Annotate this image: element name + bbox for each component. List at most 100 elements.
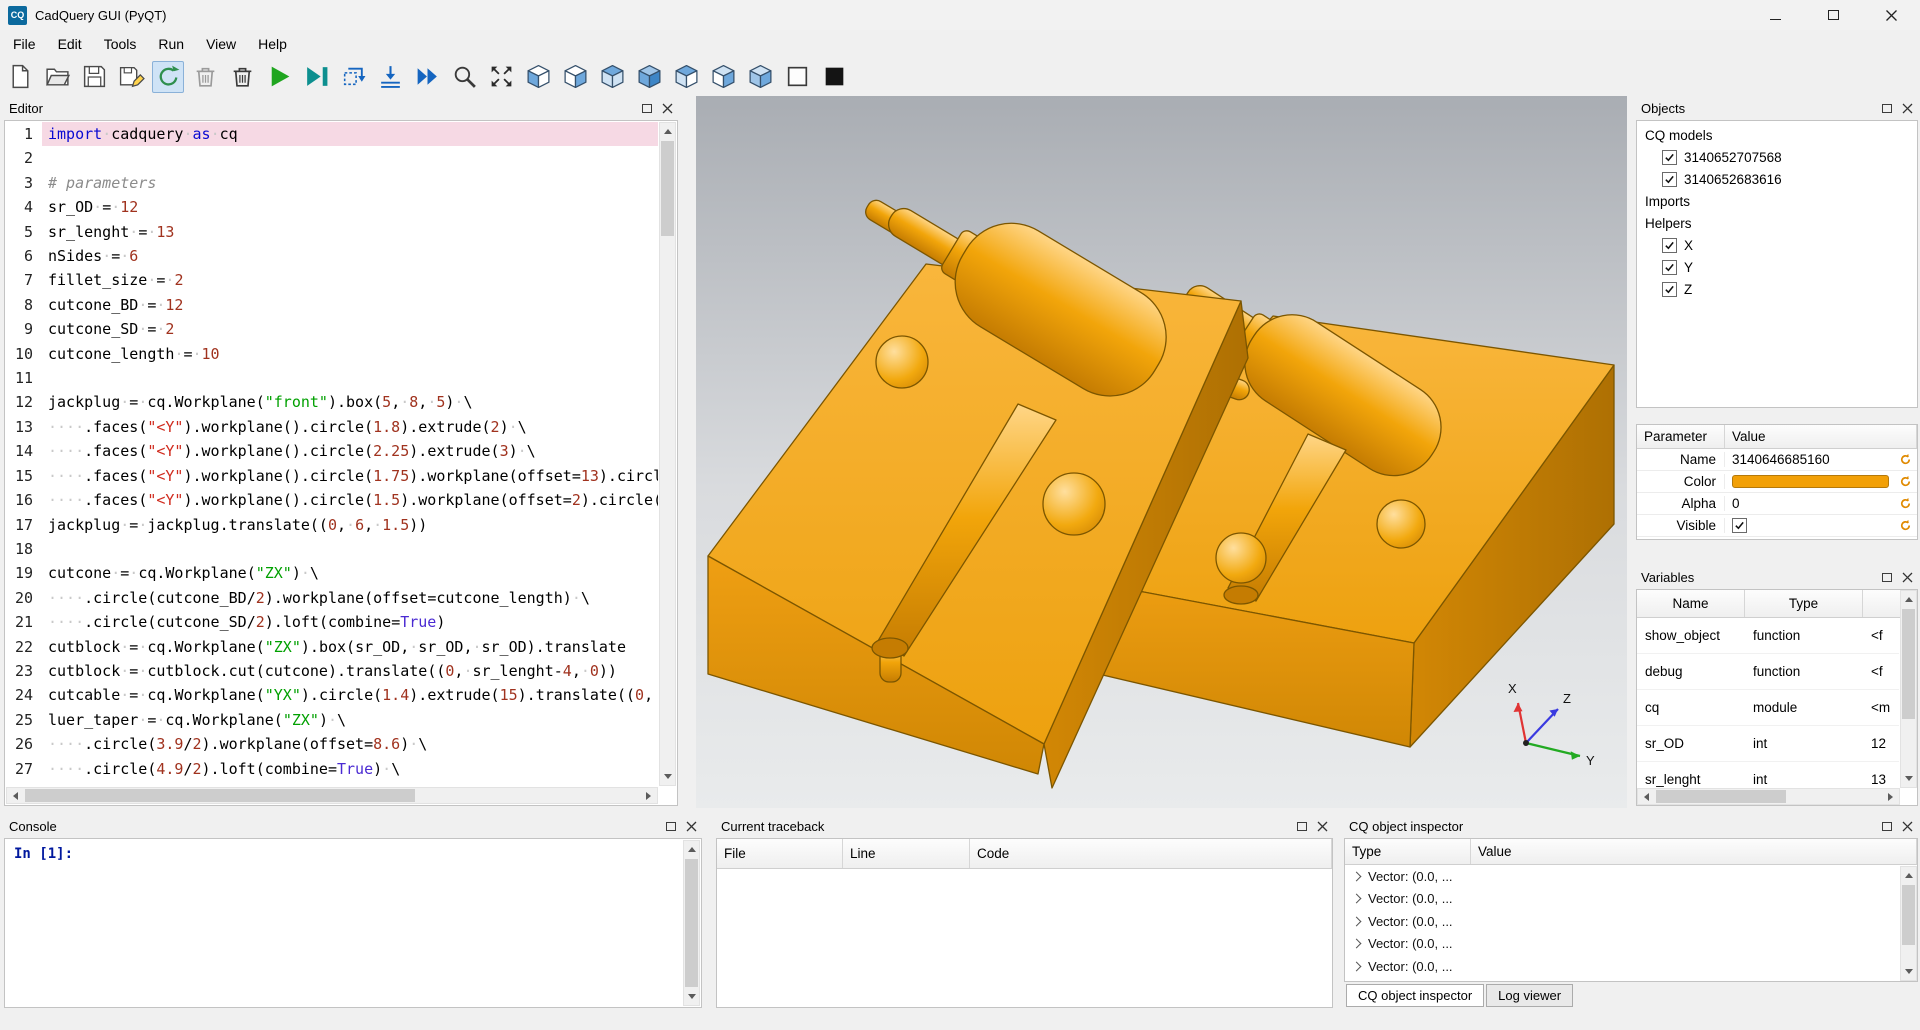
view-right-button[interactable] bbox=[707, 61, 739, 93]
autoreload-button[interactable] bbox=[152, 61, 184, 93]
continue-button[interactable] bbox=[411, 61, 443, 93]
code-line-28[interactable]: 28····.faces("<Y").circle(3).extrude(-3) bbox=[6, 781, 658, 786]
expand-icon[interactable] bbox=[1352, 939, 1362, 949]
tree-item-3140652707568[interactable]: 3140652707568 bbox=[1637, 146, 1917, 168]
tree-item-y[interactable]: Y bbox=[1637, 256, 1917, 278]
code-text[interactable]: ····.circle(4.9/2).loft(combine=True)·\ bbox=[42, 757, 658, 781]
code-line-1[interactable]: 1import·cadquery·as·cq bbox=[6, 122, 658, 146]
code-line-17[interactable]: 17jackplug·=·jackplug.translate((0,·6,·1… bbox=[6, 513, 658, 537]
tree-item-cq-models[interactable]: CQ models bbox=[1637, 124, 1917, 146]
menu-edit[interactable]: Edit bbox=[47, 32, 93, 56]
float-panel-icon[interactable] bbox=[1882, 573, 1892, 582]
code-line-23[interactable]: 23cutblock·=·cutblock.cut(cutcone).trans… bbox=[6, 659, 658, 683]
column-header[interactable]: Line bbox=[843, 839, 970, 868]
scroll-up-button[interactable] bbox=[660, 123, 676, 139]
scroll-down-button[interactable] bbox=[1901, 771, 1917, 787]
code-text[interactable]: fillet_size·=·2 bbox=[42, 268, 658, 292]
scrollbar-thumb[interactable] bbox=[1902, 609, 1915, 719]
code-text[interactable]: ····.circle(cutcone_BD/2).workplane(offs… bbox=[42, 586, 658, 610]
code-line-9[interactable]: 9cutcone_SD·=·2 bbox=[6, 317, 658, 341]
code-line-25[interactable]: 25luer_taper·=·cq.Workplane("ZX")·\ bbox=[6, 708, 658, 732]
scroll-down-button[interactable] bbox=[1901, 964, 1917, 980]
step-next-button[interactable] bbox=[374, 61, 406, 93]
wireframe-button[interactable] bbox=[781, 61, 813, 93]
scrollbar-thumb[interactable] bbox=[1902, 885, 1915, 945]
menu-run[interactable]: Run bbox=[147, 32, 195, 56]
code-line-16[interactable]: 16····.faces("<Y").workplane().circle(1.… bbox=[6, 488, 658, 512]
code-line-11[interactable]: 11 bbox=[6, 366, 658, 390]
clear-console-button[interactable] bbox=[189, 61, 221, 93]
scroll-up-button[interactable] bbox=[684, 841, 700, 857]
code-text[interactable] bbox=[42, 537, 658, 561]
close-panel-icon[interactable] bbox=[662, 103, 673, 114]
code-line-12[interactable]: 12jackplug·=·cq.Workplane("front").box(5… bbox=[6, 390, 658, 414]
fit-all-button[interactable] bbox=[485, 61, 517, 93]
property-value[interactable] bbox=[1725, 475, 1893, 488]
inspector-vscrollbar[interactable] bbox=[1900, 866, 1917, 981]
view-iso-button[interactable] bbox=[744, 61, 776, 93]
color-swatch[interactable] bbox=[1732, 475, 1889, 488]
view-left-button[interactable] bbox=[670, 61, 702, 93]
code-line-18[interactable]: 18 bbox=[6, 537, 658, 561]
scroll-right-button[interactable] bbox=[641, 788, 657, 804]
viewport-3d[interactable]: X Z Y bbox=[696, 96, 1627, 808]
code-text[interactable]: cutblock·=·cq.Workplane("ZX").box(sr_OD,… bbox=[42, 635, 658, 659]
close-panel-icon[interactable] bbox=[1317, 821, 1328, 832]
code-text[interactable] bbox=[42, 366, 658, 390]
inspector-row[interactable]: Vector: (0.0, ... bbox=[1345, 865, 1917, 888]
code-text[interactable]: sr_OD·=·12 bbox=[42, 195, 658, 219]
scroll-up-button[interactable] bbox=[1901, 591, 1917, 607]
inspector-row[interactable]: Vector: (0.0, ... bbox=[1345, 955, 1917, 978]
code-line-7[interactable]: 7fillet_size·=·2 bbox=[6, 268, 658, 292]
code-line-3[interactable]: 3# parameters bbox=[6, 171, 658, 195]
property-alpha[interactable]: Alpha0 bbox=[1637, 493, 1917, 515]
scroll-down-button[interactable] bbox=[684, 989, 700, 1005]
checkbox[interactable] bbox=[1662, 172, 1677, 187]
variable-row-cq[interactable]: cqmodule<m bbox=[1637, 690, 1899, 726]
debug-button[interactable] bbox=[300, 61, 332, 93]
editor-vscrollbar[interactable] bbox=[659, 122, 676, 786]
code-line-19[interactable]: 19cutcone·=·cq.Workplane("ZX")·\ bbox=[6, 561, 658, 585]
close-panel-icon[interactable] bbox=[1902, 103, 1913, 114]
scroll-right-button[interactable] bbox=[1883, 789, 1899, 805]
code-text[interactable]: jackplug·=·jackplug.translate((0,·6,·1.5… bbox=[42, 513, 658, 537]
render-button[interactable] bbox=[263, 61, 295, 93]
view-bottom-button[interactable] bbox=[633, 61, 665, 93]
menu-file[interactable]: File bbox=[2, 32, 47, 56]
tab-cq-object-inspector[interactable]: CQ object inspector bbox=[1346, 984, 1484, 1007]
code-text[interactable]: cutcone·=·cq.Workplane("ZX")·\ bbox=[42, 561, 658, 585]
view-front-button[interactable] bbox=[522, 61, 554, 93]
console-prompt[interactable]: In [1]: bbox=[5, 839, 701, 869]
variable-row-sr_OD[interactable]: sr_ODint12 bbox=[1637, 726, 1899, 762]
code-line-2[interactable]: 2 bbox=[6, 146, 658, 170]
code-text[interactable]: cutblock·=·cutblock.cut(cutcone).transla… bbox=[42, 659, 658, 683]
float-panel-icon[interactable] bbox=[1297, 822, 1307, 831]
view-back-button[interactable] bbox=[559, 61, 591, 93]
scrollbar-thumb[interactable] bbox=[661, 141, 674, 236]
code-text[interactable]: ····.circle(3.9/2).workplane(offset=8.6)… bbox=[42, 732, 658, 756]
expand-icon[interactable] bbox=[1352, 961, 1362, 971]
code-line-26[interactable]: 26····.circle(3.9/2).workplane(offset=8.… bbox=[6, 732, 658, 756]
expand-icon[interactable] bbox=[1352, 916, 1362, 926]
code-line-20[interactable]: 20····.circle(cutcone_BD/2).workplane(of… bbox=[6, 586, 658, 610]
code-line-15[interactable]: 15····.faces("<Y").workplane().circle(1.… bbox=[6, 464, 658, 488]
expand-icon[interactable] bbox=[1352, 871, 1362, 881]
checkbox[interactable] bbox=[1662, 282, 1677, 297]
tree-item-x[interactable]: X bbox=[1637, 234, 1917, 256]
code-line-22[interactable]: 22cutblock·=·cq.Workplane("ZX").box(sr_O… bbox=[6, 635, 658, 659]
property-value[interactable]: 0 bbox=[1725, 496, 1893, 511]
close-panel-icon[interactable] bbox=[686, 821, 697, 832]
tree-item-z[interactable]: Z bbox=[1637, 278, 1917, 300]
reset-icon[interactable] bbox=[1893, 475, 1917, 488]
variables-vscrollbar[interactable] bbox=[1900, 590, 1917, 788]
code-line-6[interactable]: 6nSides·=·6 bbox=[6, 244, 658, 268]
code-text[interactable]: cutcone_SD·=·2 bbox=[42, 317, 658, 341]
code-line-13[interactable]: 13····.faces("<Y").workplane().circle(1.… bbox=[6, 415, 658, 439]
code-line-27[interactable]: 27····.circle(4.9/2).loft(combine=True)·… bbox=[6, 757, 658, 781]
save-as-button[interactable] bbox=[115, 61, 147, 93]
close-panel-icon[interactable] bbox=[1902, 821, 1913, 832]
shaded-button[interactable] bbox=[818, 61, 850, 93]
inspector-row[interactable]: Vector: (0.0, ... bbox=[1345, 933, 1917, 956]
property-value[interactable]: 3140646685160 bbox=[1725, 452, 1893, 467]
float-panel-icon[interactable] bbox=[1882, 822, 1892, 831]
